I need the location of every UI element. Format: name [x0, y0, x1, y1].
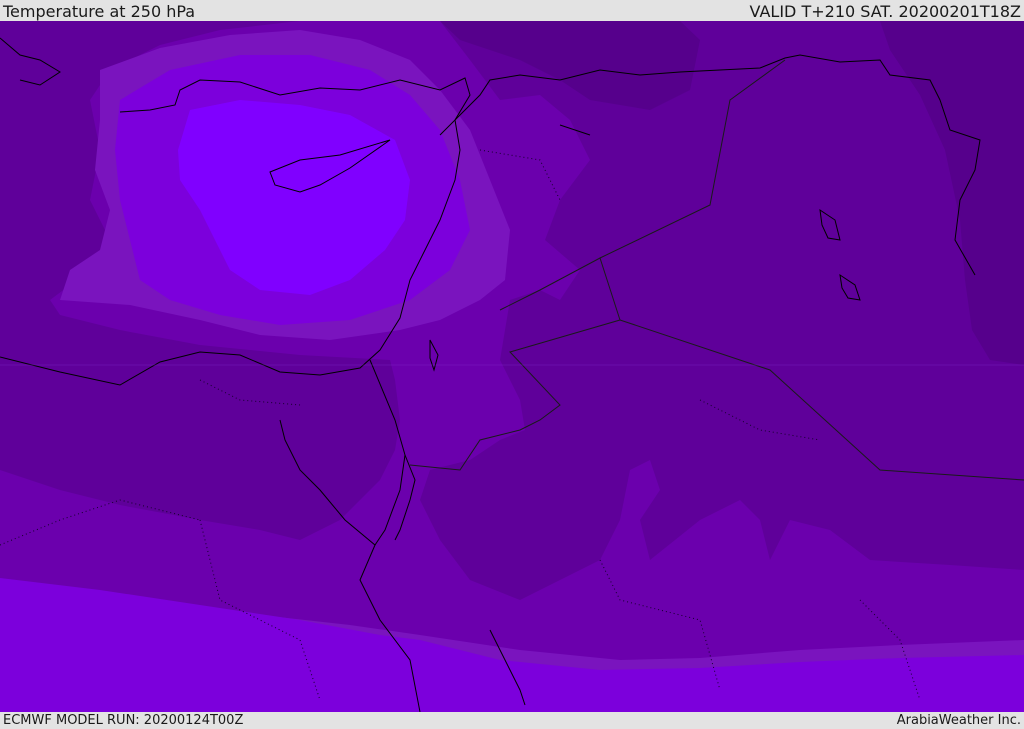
valid-time-label: VALID T+210 SAT. 20200201T18Z	[749, 2, 1021, 21]
map-canvas	[0, 21, 1024, 712]
temperature-map[interactable]	[0, 21, 1024, 712]
map-title: Temperature at 250 hPa	[3, 2, 196, 21]
model-run-label: ECMWF MODEL RUN: 20200124T00Z	[3, 713, 244, 728]
header-bar: Temperature at 250 hPa VALID T+210 SAT. …	[0, 0, 1024, 21]
footer-bar: ECMWF MODEL RUN: 20200124T00Z ArabiaWeat…	[0, 712, 1024, 729]
credit-label: ArabiaWeather Inc.	[896, 713, 1021, 728]
